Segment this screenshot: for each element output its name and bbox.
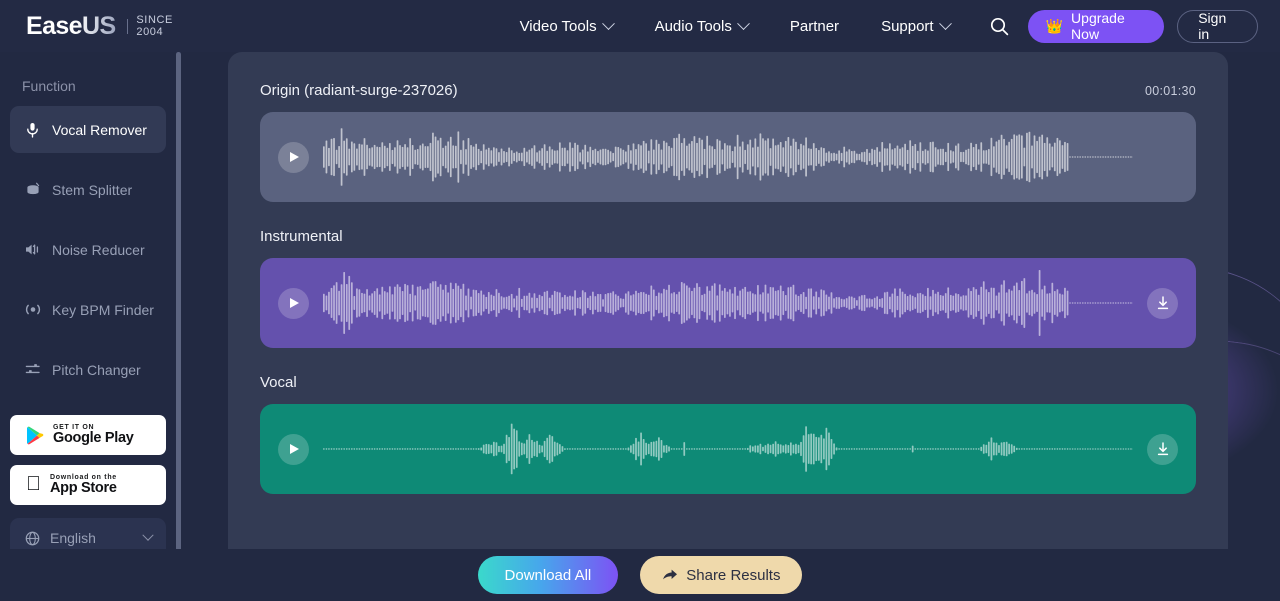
sidebar-label-noise-reducer: Noise Reducer bbox=[52, 241, 145, 258]
logo-wordmark: EaseUS bbox=[26, 11, 116, 40]
track-list: Origin (radiant-surge-237026) 00:01:30 I… bbox=[228, 52, 1228, 536]
app-store-badge[interactable]:  Download on the App Store bbox=[10, 465, 166, 505]
main-panel: Origin (radiant-surge-237026) 00:01:30 I… bbox=[228, 52, 1228, 601]
sidebar-item-pitch-changer[interactable]: Pitch Changer bbox=[10, 346, 166, 393]
download-all-button[interactable]: Download All bbox=[477, 556, 619, 594]
track-card-vocal bbox=[260, 404, 1196, 494]
page-body: Function Vocal Remover Stem Splitter Noi… bbox=[0, 52, 1280, 601]
track-name-origin: Origin (radiant-surge-237026) bbox=[260, 82, 458, 99]
google-play-icon bbox=[26, 426, 44, 445]
sidebar-item-noise-reducer[interactable]: Noise Reducer bbox=[10, 226, 166, 273]
waveform-origin[interactable] bbox=[323, 119, 1133, 195]
download-icon[interactable] bbox=[1147, 287, 1178, 319]
nav-label-audio-tools: Audio Tools bbox=[654, 17, 732, 35]
waveform-vocal[interactable] bbox=[323, 411, 1133, 487]
logo-divider bbox=[126, 18, 128, 34]
logo-text-label: EaseUS bbox=[26, 11, 116, 40]
track-card-origin bbox=[260, 112, 1196, 202]
track-name-instrumental: Instrumental bbox=[260, 228, 343, 245]
pulse-icon bbox=[24, 301, 41, 318]
track-name-next-partial bbox=[260, 519, 1196, 536]
upgrade-now-button[interactable]: 👑 Upgrade Now bbox=[1027, 9, 1165, 43]
logo-since-label: SINCE 2004 bbox=[136, 14, 173, 38]
language-label: English bbox=[50, 530, 96, 546]
drum-icon bbox=[24, 181, 41, 198]
chevron-down-icon bbox=[736, 16, 750, 30]
sign-in-label: Sign in bbox=[1198, 10, 1227, 42]
sidebar-item-stem-splitter[interactable]: Stem Splitter bbox=[10, 166, 166, 213]
globe-icon bbox=[24, 530, 41, 547]
nav-item-partner[interactable]: Partner bbox=[769, 18, 860, 35]
track-card-instrumental bbox=[260, 258, 1196, 348]
sidebar-item-key-bpm-finder[interactable]: Key BPM Finder bbox=[10, 286, 166, 333]
nav-item-support[interactable]: Support bbox=[860, 16, 971, 35]
crown-icon: 👑 bbox=[1045, 18, 1064, 34]
share-results-button[interactable]: Share Results bbox=[640, 556, 803, 594]
bottom-action-bar: Download All Share Results bbox=[0, 549, 1280, 601]
speaker-icon bbox=[24, 241, 41, 258]
nav-label-video-tools: Video Tools bbox=[519, 17, 597, 35]
play-icon[interactable] bbox=[278, 433, 309, 465]
microphone-icon bbox=[24, 121, 41, 138]
sliders-icon bbox=[24, 361, 41, 378]
main-navigation: Video Tools Audio Tools Partner Support bbox=[499, 13, 1013, 39]
upgrade-now-label: Upgrade Now bbox=[1071, 10, 1125, 42]
share-arrow-icon bbox=[662, 568, 678, 582]
waveform-instrumental[interactable] bbox=[323, 265, 1133, 341]
track-header-vocal: Vocal bbox=[260, 374, 1196, 391]
google-play-badge[interactable]: GET IT ON Google Play bbox=[10, 415, 166, 455]
apple-icon:  bbox=[26, 474, 41, 494]
track-row-instrumental: Instrumental bbox=[260, 228, 1196, 348]
nav-label-partner: Partner bbox=[789, 17, 840, 35]
google-play-text: GET IT ON Google Play bbox=[53, 424, 134, 447]
track-header-instrumental: Instrumental bbox=[260, 228, 1196, 245]
chevron-down-icon bbox=[938, 16, 952, 30]
play-icon[interactable] bbox=[278, 287, 309, 319]
sidebar-item-vocal-remover[interactable]: Vocal Remover bbox=[10, 106, 166, 153]
sidebar-label-stem-splitter: Stem Splitter bbox=[52, 181, 133, 198]
nav-item-audio-tools[interactable]: Audio Tools bbox=[634, 16, 769, 35]
track-duration-origin: 00:01:30 bbox=[1144, 84, 1196, 98]
chevron-down-icon bbox=[142, 529, 154, 541]
sidebar-scrollbar-thumb[interactable] bbox=[176, 52, 181, 601]
track-name-vocal: Vocal bbox=[260, 374, 297, 391]
download-all-label: Download All bbox=[504, 566, 592, 584]
brand-logo[interactable]: EaseUS SINCE 2004 bbox=[26, 11, 195, 40]
top-header: EaseUS SINCE 2004 Video Tools Audio Tool… bbox=[0, 0, 1280, 52]
sign-in-button[interactable]: Sign in bbox=[1177, 9, 1258, 43]
google-play-bottom-label: Google Play bbox=[53, 430, 134, 447]
sidebar-item-list: Vocal Remover Stem Splitter Noise Reduce… bbox=[0, 106, 176, 393]
play-icon[interactable] bbox=[278, 141, 309, 173]
track-row-vocal: Vocal bbox=[260, 374, 1196, 494]
sidebar-label-key-bpm-finder: Key BPM Finder bbox=[52, 301, 154, 318]
chevron-down-icon bbox=[601, 16, 615, 30]
sidebar-label-pitch-changer: Pitch Changer bbox=[52, 361, 141, 378]
track-row-origin: Origin (radiant-surge-237026) 00:01:30 bbox=[260, 82, 1196, 202]
sidebar-label-vocal-remover: Vocal Remover bbox=[52, 121, 147, 138]
search-icon[interactable] bbox=[987, 13, 1013, 39]
share-results-label: Share Results bbox=[686, 566, 781, 584]
download-icon[interactable] bbox=[1147, 433, 1178, 465]
sidebar-scrollbar-track bbox=[176, 52, 181, 601]
sidebar: Function Vocal Remover Stem Splitter Noi… bbox=[0, 52, 176, 601]
app-store-bottom-label: App Store bbox=[35, 480, 117, 497]
sidebar-section-title: Function bbox=[22, 78, 76, 94]
nav-item-video-tools[interactable]: Video Tools bbox=[499, 16, 634, 35]
track-header-origin: Origin (radiant-surge-237026) 00:01:30 bbox=[260, 82, 1196, 99]
nav-label-support: Support bbox=[881, 17, 934, 35]
app-store-text: Download on the App Store bbox=[50, 474, 117, 497]
